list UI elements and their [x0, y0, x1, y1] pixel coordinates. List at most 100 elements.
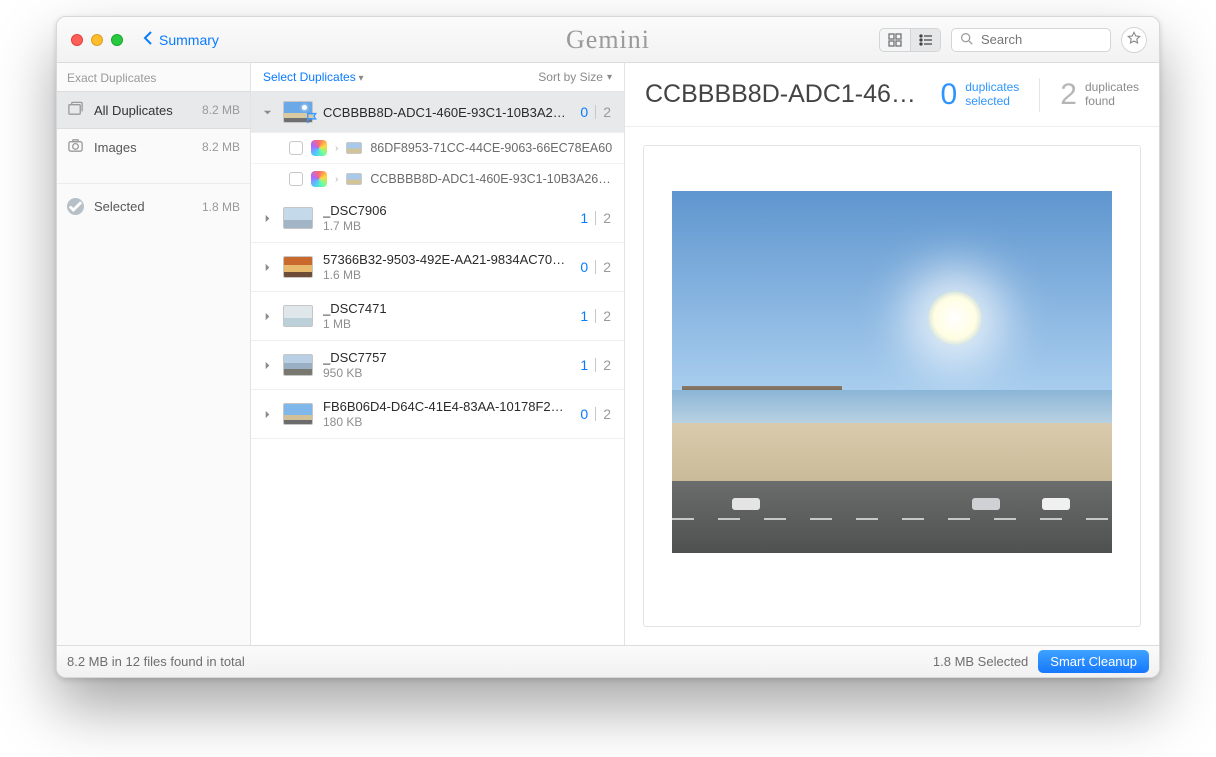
- duplicate-file-row[interactable]: › CCBBBB8D-ADC1-460E-93C1-10B3A26621: [251, 164, 624, 194]
- sidebar-item-size: 1.8 MB: [202, 200, 240, 214]
- check-circle-icon: [67, 198, 84, 215]
- sidebar-item-label: Selected: [94, 199, 145, 214]
- list-view-button[interactable]: [910, 29, 940, 51]
- group-total-count: 2: [603, 308, 611, 324]
- chevron-right-icon[interactable]: [261, 312, 273, 321]
- close-window-button[interactable]: [71, 34, 83, 46]
- duplicate-group[interactable]: FB6B06D4-D64C-41E4-83AA-10178F25… 180 KB…: [251, 390, 624, 439]
- preview-title: CCBBBB8D-ADC1-46…: [645, 80, 921, 109]
- thumbnail: [283, 403, 313, 425]
- caret-down-icon: ▾: [607, 72, 612, 83]
- chevron-down-icon[interactable]: [261, 108, 273, 117]
- minimize-window-button[interactable]: [91, 34, 103, 46]
- sort-menu[interactable]: Sort by Size ▾: [538, 70, 612, 84]
- zoom-window-button[interactable]: [111, 34, 123, 46]
- chevron-right-icon[interactable]: [261, 361, 273, 370]
- duplicate-group[interactable]: _DSC7757 950 KB 12: [251, 341, 624, 390]
- file-name: 86DF8953-71CC-44CE-9063-66EC78EA60: [370, 141, 614, 155]
- checkbox[interactable]: [289, 141, 303, 155]
- group-total-count: 2: [603, 406, 611, 422]
- back-label: Summary: [159, 32, 219, 48]
- star-icon: [1127, 31, 1141, 48]
- chevron-right-icon[interactable]: [261, 263, 273, 272]
- flag-icon: [306, 111, 320, 128]
- found-stat: 2 duplicatesfound: [1060, 78, 1139, 112]
- group-selected-count: 0: [580, 104, 588, 120]
- found-count: 2: [1060, 78, 1077, 112]
- favorites-button[interactable]: [1121, 27, 1147, 53]
- duplicate-group[interactable]: CCBBBB8D-ADC1-460E-93C1-10B3A26… 0 2: [251, 92, 624, 133]
- status-bar: 8.2 MB in 12 files found in total 1.8 MB…: [57, 645, 1159, 677]
- group-selected-count: 1: [580, 210, 588, 226]
- group-name: _DSC7906: [323, 203, 570, 218]
- group-selected-count: 1: [580, 308, 588, 324]
- sidebar-item-selected[interactable]: Selected 1.8 MB: [57, 190, 250, 223]
- list-header: Select Duplicates ▾ Sort by Size ▾: [251, 63, 624, 92]
- chevron-right-icon[interactable]: [261, 214, 273, 223]
- traffic-lights: [57, 34, 123, 46]
- thumbnail: [283, 354, 313, 376]
- file-name: CCBBBB8D-ADC1-460E-93C1-10B3A26621: [370, 172, 614, 186]
- search-field[interactable]: [951, 28, 1111, 52]
- group-total-count: 2: [603, 210, 611, 226]
- thumbnail: [346, 142, 362, 154]
- search-icon: [960, 32, 973, 48]
- preview-pane: CCBBBB8D-ADC1-46… 0 duplicatesselected 2…: [625, 63, 1159, 645]
- sidebar-item-all-duplicates[interactable]: All Duplicates 8.2 MB: [57, 91, 250, 129]
- group-selected-count: 0: [580, 406, 588, 422]
- photos-library-icon: [311, 171, 327, 187]
- group-children: › 86DF8953-71CC-44CE-9063-66EC78EA60 › C…: [251, 133, 624, 194]
- chevron-right-icon: ›: [335, 143, 338, 154]
- group-size: 1 MB: [323, 317, 570, 331]
- group-size: 180 KB: [323, 415, 570, 429]
- selected-stat: 0 duplicatesselected: [941, 78, 1020, 112]
- duplicate-file-row[interactable]: › 86DF8953-71CC-44CE-9063-66EC78EA60: [251, 133, 624, 164]
- select-duplicates-menu[interactable]: Select Duplicates ▾: [263, 70, 364, 84]
- total-summary: 8.2 MB in 12 files found in total: [67, 654, 245, 669]
- group-total-count: 2: [603, 104, 611, 120]
- sidebar-item-size: 8.2 MB: [202, 140, 240, 154]
- body: Exact Duplicates All Duplicates 8.2 MB I…: [57, 63, 1159, 645]
- thumbnail: [283, 305, 313, 327]
- search-input[interactable]: [979, 31, 1102, 48]
- group-size: 1.7 MB: [323, 219, 570, 233]
- stack-icon: [67, 100, 84, 120]
- sidebar-item-label: Images: [94, 140, 137, 155]
- sidebar: Exact Duplicates All Duplicates 8.2 MB I…: [57, 63, 251, 645]
- sidebar-separator: [57, 183, 250, 184]
- grid-view-button[interactable]: [880, 29, 910, 51]
- view-mode-segment: [879, 28, 941, 52]
- caret-down-icon: ▾: [356, 73, 364, 84]
- group-name: 57366B32-9503-492E-AA21-9834AC70…: [323, 252, 570, 267]
- sidebar-item-label: All Duplicates: [94, 103, 173, 118]
- preview-card: [643, 145, 1141, 627]
- group-size: 1.6 MB: [323, 268, 570, 282]
- sidebar-item-size: 8.2 MB: [202, 103, 240, 117]
- chevron-right-icon: ›: [335, 174, 338, 185]
- checkbox[interactable]: [289, 172, 303, 186]
- photos-library-icon: [311, 140, 327, 156]
- camera-icon: [67, 137, 84, 157]
- group-selected-count: 1: [580, 357, 588, 373]
- chevron-right-icon[interactable]: [261, 410, 273, 419]
- back-button[interactable]: Summary: [141, 30, 219, 49]
- duplicate-list: Select Duplicates ▾ Sort by Size ▾ CCBBB…: [251, 63, 625, 645]
- thumbnail: [283, 207, 313, 229]
- duplicate-group[interactable]: _DSC7906 1.7 MB 12: [251, 194, 624, 243]
- app-window: Summary Gemini: [56, 16, 1160, 678]
- preview-image[interactable]: [672, 191, 1112, 553]
- duplicate-group[interactable]: _DSC7471 1 MB 12: [251, 292, 624, 341]
- selected-count: 0: [941, 78, 958, 112]
- sidebar-item-images[interactable]: Images 8.2 MB: [57, 129, 250, 165]
- smart-cleanup-button[interactable]: Smart Cleanup: [1038, 650, 1149, 673]
- group-size: 950 KB: [323, 366, 570, 380]
- thumbnail: [346, 173, 362, 185]
- group-selected-count: 0: [580, 259, 588, 275]
- group-total-count: 2: [603, 259, 611, 275]
- duplicate-group[interactable]: 57366B32-9503-492E-AA21-9834AC70… 1.6 MB…: [251, 243, 624, 292]
- group-total-count: 2: [603, 357, 611, 373]
- chevron-left-icon: [141, 30, 157, 49]
- preview-header: CCBBBB8D-ADC1-46… 0 duplicatesselected 2…: [625, 63, 1159, 127]
- group-name: _DSC7471: [323, 301, 570, 316]
- thumbnail: [283, 256, 313, 278]
